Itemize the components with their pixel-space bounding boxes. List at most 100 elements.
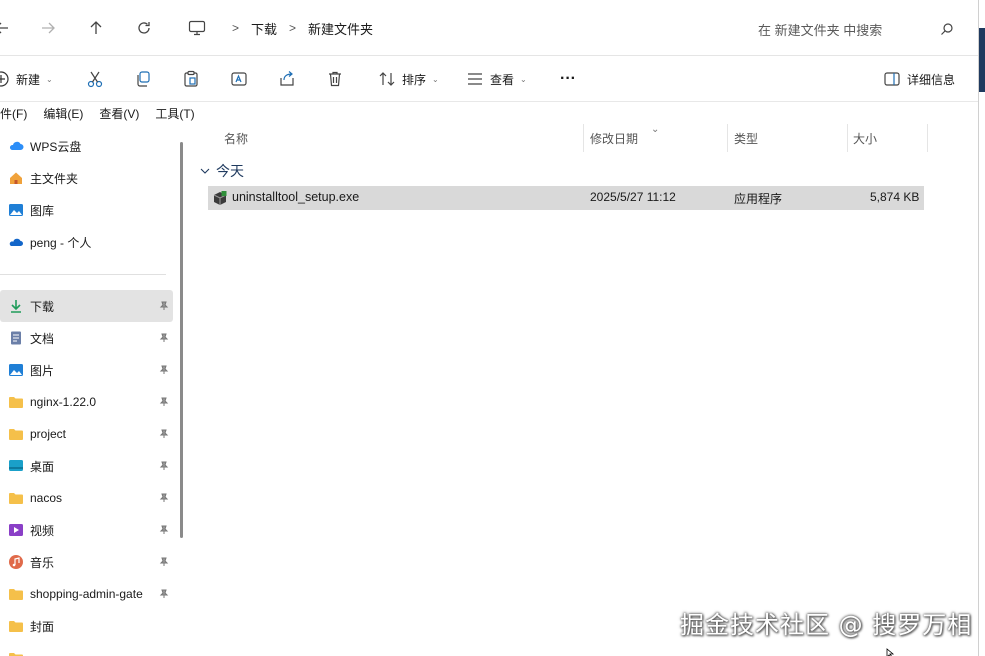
clipboard-icon	[184, 70, 198, 87]
column-header-name[interactable]: 名称	[224, 124, 248, 152]
pin-icon[interactable]	[159, 525, 169, 535]
forward-arrow-icon[interactable]	[34, 14, 62, 42]
table-row[interactable]: uninstalltool_setup.exe 2025/5/27 11:12 …	[208, 186, 924, 210]
breadcrumb-downloads[interactable]: 下载	[251, 19, 277, 38]
chevron-down-icon: ⌄	[46, 74, 53, 84]
sidebar-item-documents[interactable]: 文档	[0, 322, 173, 354]
group-header-today[interactable]: 今天	[200, 161, 244, 181]
chevron-down-icon: ⌄	[520, 74, 527, 84]
folder-icon	[9, 653, 23, 656]
sidebar-item-label: 下载	[30, 299, 55, 314]
watermark: 掘金技术社区 @ 搜罗万相	[680, 611, 973, 639]
column-divider[interactable]	[583, 124, 584, 152]
share-button[interactable]	[278, 66, 296, 92]
column-date-label: 修改日期	[590, 131, 639, 146]
details-pane-button[interactable]: 详细信息	[883, 66, 955, 92]
view-label: 查看	[490, 72, 515, 87]
column-header-date[interactable]: 修改日期	[590, 124, 638, 152]
column-header-size[interactable]: 大小	[853, 124, 877, 152]
sidebar-item-videos[interactable]: 视频	[0, 514, 173, 546]
sidebar-item-label: WPS云盘	[30, 139, 82, 154]
pin-icon[interactable]	[159, 589, 169, 599]
column-divider[interactable]	[727, 124, 728, 152]
pin-icon[interactable]	[159, 333, 169, 343]
new-button[interactable]: 新建 ⌄	[0, 66, 53, 92]
column-divider[interactable]	[847, 124, 848, 152]
pin-icon[interactable]	[159, 429, 169, 439]
sidebar-item-pictures[interactable]: 图片	[0, 354, 173, 386]
back-arrow-icon[interactable]	[0, 14, 16, 42]
group-title: 今天	[216, 163, 244, 179]
rename-button[interactable]	[230, 66, 248, 92]
column-header-type[interactable]: 类型	[734, 124, 758, 152]
menu-bar: 件(F) 编辑(E) 查看(V) 工具(T)	[0, 102, 978, 124]
breadcrumb-new-folder[interactable]: 新建文件夹	[308, 19, 373, 38]
refresh-icon[interactable]	[130, 14, 158, 42]
cut-button[interactable]	[86, 66, 104, 92]
column-type-label: 类型	[734, 131, 759, 146]
sidebar-item-wps-cloud[interactable]: WPS云盘	[0, 130, 173, 162]
sidebar-item-home[interactable]: 主文件夹	[0, 162, 173, 194]
sidebar-scrollbar[interactable]	[180, 142, 183, 538]
sidebar-item-desktop[interactable]: 桌面	[0, 450, 173, 482]
file-name: uninstalltool_setup.exe	[232, 190, 360, 204]
copy-icon	[137, 71, 150, 87]
desktop-icon	[9, 460, 23, 471]
sidebar-item-gallery[interactable]: 图库	[0, 194, 173, 226]
pin-icon[interactable]	[159, 397, 169, 407]
pin-icon[interactable]	[159, 301, 169, 311]
sidebar-item-downloads[interactable]: 下载	[0, 290, 173, 322]
sidebar-item-cover[interactable]: 封面	[0, 610, 173, 642]
sort-label: 排序	[402, 72, 427, 87]
rename-icon	[231, 72, 247, 86]
menu-edit[interactable]: 编辑(E)	[43, 105, 83, 122]
chevron-down-icon	[200, 168, 210, 174]
sidebar-item-nacos[interactable]: nacos	[0, 482, 173, 514]
sidebar-item-music[interactable]: 音乐	[0, 546, 173, 578]
paste-button[interactable]	[182, 66, 200, 92]
address-bar[interactable]: > 下载 > 新建文件夹	[182, 14, 373, 42]
sidebar-item-project[interactable]: project	[0, 418, 173, 450]
column-name-label: 名称	[224, 131, 249, 146]
folder-icon	[9, 397, 23, 408]
sidebar-item-shopping-admin-gate[interactable]: shopping-admin-gate	[0, 578, 173, 610]
navigation-pane: WPS云盘 主文件夹 图库 peng - 个人 下载 文档 图片 nginx-1…	[0, 124, 186, 656]
document-icon	[11, 331, 21, 345]
menu-view[interactable]: 查看(V)	[99, 105, 139, 122]
new-label: 新建	[16, 72, 41, 87]
pin-icon[interactable]	[159, 461, 169, 471]
menu-file[interactable]: 件(F)	[0, 105, 27, 122]
trash-icon	[329, 71, 341, 87]
search-icon[interactable]	[940, 22, 954, 36]
column-divider[interactable]	[927, 124, 928, 152]
search-input[interactable]: 在 新建文件夹 中搜索	[740, 14, 966, 44]
copy-button[interactable]	[134, 66, 152, 92]
file-date: 2025/5/27 11:12	[590, 190, 676, 204]
plus-circle-icon	[0, 71, 9, 87]
sidebar-item-label: 文档	[30, 331, 55, 346]
more-options-button[interactable]: ···	[560, 66, 576, 92]
sidebar-item-label: shopping-admin-gate	[30, 587, 143, 601]
sidebar-item-nginx[interactable]: nginx-1.22.0	[0, 386, 173, 418]
mouse-cursor-icon	[886, 648, 895, 656]
folder-icon	[9, 589, 23, 600]
background-window-edge	[979, 28, 985, 92]
pin-icon[interactable]	[159, 557, 169, 567]
search-placeholder: 在 新建文件夹 中搜索	[758, 22, 883, 38]
details-pane-icon	[884, 72, 900, 86]
sort-caret-icon: ⌄	[651, 124, 660, 135]
folder-icon	[9, 429, 23, 440]
sidebar-item-partial[interactable]	[0, 642, 173, 656]
sidebar-item-onedrive[interactable]: peng - 个人	[0, 226, 173, 258]
menu-tools[interactable]: 工具(T)	[155, 105, 194, 122]
sidebar-item-label: 音乐	[30, 555, 55, 570]
view-button[interactable]: 查看 ⌄	[466, 66, 527, 92]
delete-button[interactable]	[326, 66, 344, 92]
up-arrow-icon[interactable]	[82, 14, 110, 42]
column-size-label: 大小	[853, 131, 878, 146]
pin-icon[interactable]	[159, 493, 169, 503]
pin-icon[interactable]	[159, 365, 169, 375]
installer-icon	[213, 191, 227, 205]
sort-button[interactable]: 排序 ⌄	[378, 66, 439, 92]
sidebar-item-label: 视频	[30, 523, 55, 538]
